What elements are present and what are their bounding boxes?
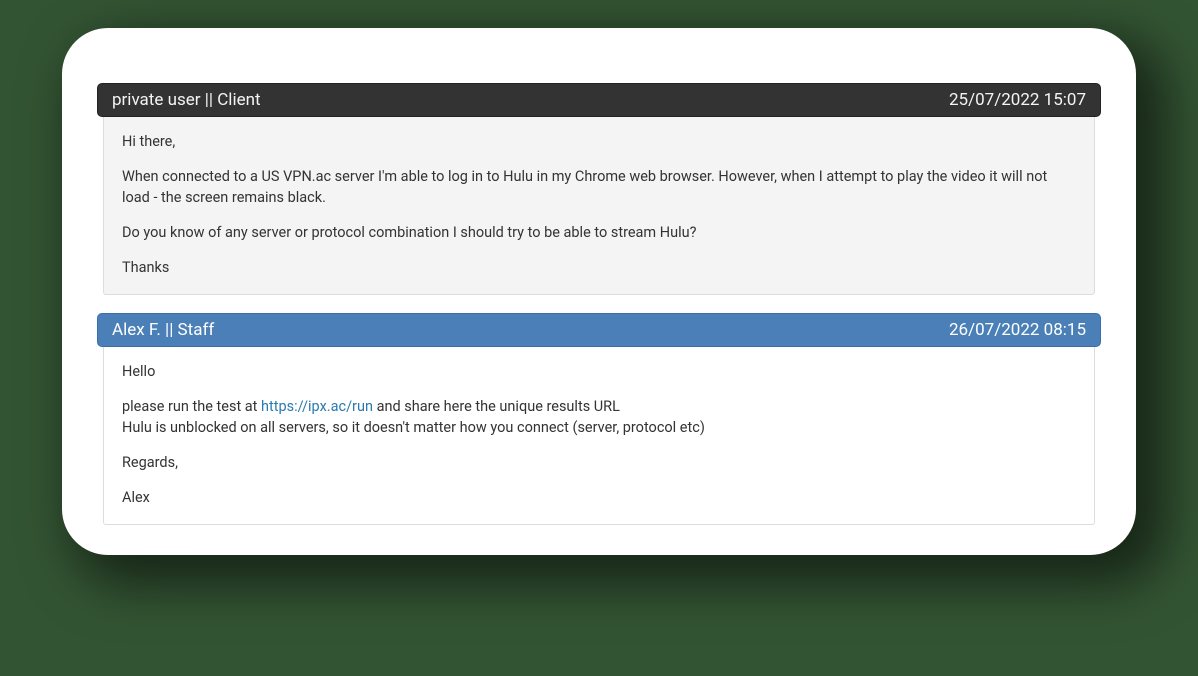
message-paragraph: Hi there, xyxy=(122,131,1076,152)
message-text: please run the test at xyxy=(122,398,261,415)
message-paragraph: When connected to a US VPN.ac server I'm… xyxy=(122,166,1076,208)
message-client: private user || Client 25/07/2022 15:07 … xyxy=(97,83,1101,295)
message-paragraph: Thanks xyxy=(122,257,1076,278)
message-paragraph: please run the test at https://ipx.ac/ru… xyxy=(122,396,1076,417)
message-author: Alex F. || Staff xyxy=(112,320,214,340)
message-paragraph: Hulu is unblocked on all servers, so it … xyxy=(122,417,1076,438)
message-timestamp: 25/07/2022 15:07 xyxy=(949,90,1086,110)
message-text: and share here the unique results URL xyxy=(373,398,620,415)
message-paragraph: Regards, xyxy=(122,452,1076,473)
message-body: Hi there, When connected to a US VPN.ac … xyxy=(103,117,1095,295)
message-timestamp: 26/07/2022 08:15 xyxy=(949,320,1086,340)
message-header: Alex F. || Staff 26/07/2022 08:15 xyxy=(97,313,1101,347)
message-paragraph: Hello xyxy=(122,361,1076,382)
message-header: private user || Client 25/07/2022 15:07 xyxy=(97,83,1101,117)
message-paragraph: Do you know of any server or protocol co… xyxy=(122,222,1076,243)
message-body: Hello please run the test at https://ipx… xyxy=(103,347,1095,525)
ticket-card: private user || Client 25/07/2022 15:07 … xyxy=(62,28,1136,555)
ticket-thread: private user || Client 25/07/2022 15:07 … xyxy=(97,83,1101,525)
test-url-link[interactable]: https://ipx.ac/run xyxy=(261,398,373,415)
message-staff: Alex F. || Staff 26/07/2022 08:15 Hello … xyxy=(97,313,1101,525)
message-paragraph: Alex xyxy=(122,487,1076,508)
message-author: private user || Client xyxy=(112,90,261,110)
